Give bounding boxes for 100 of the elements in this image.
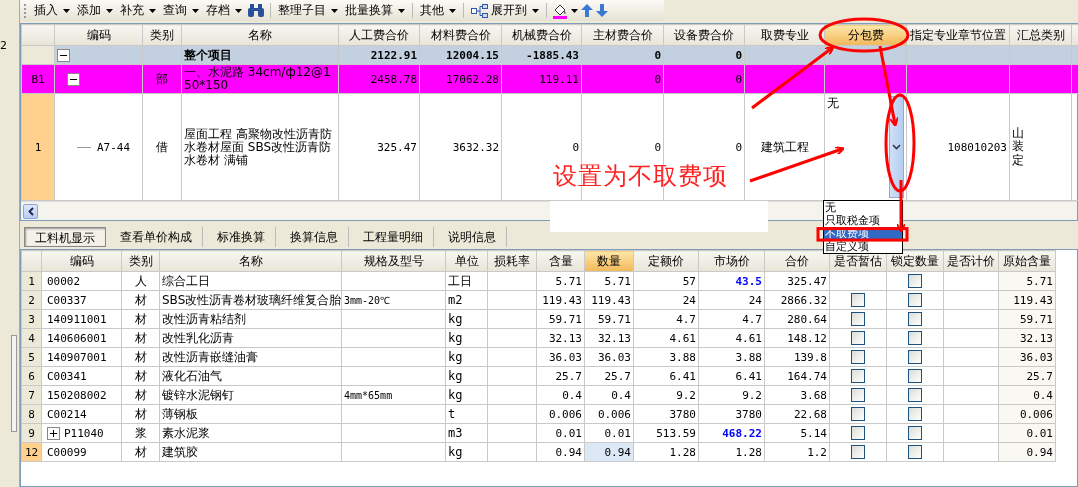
table-cell: -1885.43: [526, 48, 579, 62]
dropdown-option[interactable]: 无: [824, 201, 902, 214]
checkbox[interactable]: [908, 426, 922, 441]
table-cell: 140907001: [47, 350, 107, 364]
column-header[interactable]: 名称: [181, 24, 339, 46]
expand-to-menu-button[interactable]: 展开到: [469, 1, 541, 20]
column-header[interactable]: 单位: [445, 250, 488, 272]
table-cell: 6.41: [669, 369, 696, 383]
tree-line: [77, 146, 91, 148]
table-cell: 部: [156, 71, 168, 86]
toolbar-menu-button[interactable]: 其他: [418, 1, 458, 20]
arrow-up-icon[interactable]: [581, 4, 593, 17]
table-cell: 2122.91: [370, 48, 417, 62]
table-cell: 材: [134, 368, 147, 383]
table-cell: 0: [654, 140, 661, 154]
table-cell: 3.88: [735, 350, 762, 364]
toolbar-menu-button[interactable]: 补充: [118, 1, 158, 20]
column-header[interactable]: 取费专业: [744, 24, 825, 46]
checkbox[interactable]: [908, 312, 922, 327]
column-header[interactable]: 编码: [54, 24, 143, 46]
table-cell: 0.01: [555, 426, 582, 440]
checkbox[interactable]: [851, 388, 865, 403]
checkbox[interactable]: [908, 274, 922, 289]
checkbox[interactable]: [851, 369, 865, 384]
dropdown-option[interactable]: 自定义项: [824, 240, 902, 253]
row-header[interactable]: B1: [21, 64, 55, 94]
checkbox[interactable]: [908, 331, 922, 346]
expand-button[interactable]: [47, 426, 60, 440]
column-header[interactable]: 汇总类别: [1009, 24, 1072, 46]
row-header[interactable]: 1: [21, 93, 55, 201]
column-header[interactable]: 定额价: [633, 250, 699, 272]
column-header[interactable]: 类别: [142, 24, 182, 46]
tab[interactable]: 工料机显示: [24, 227, 106, 247]
checkbox[interactable]: [908, 407, 922, 422]
checkbox[interactable]: [851, 426, 865, 441]
tab[interactable]: 查看单价构成: [110, 227, 203, 247]
checkbox[interactable]: [908, 350, 922, 365]
binoculars-icon[interactable]: [247, 3, 265, 18]
checkbox[interactable]: [851, 293, 865, 308]
table-cell: 139.8: [793, 350, 827, 364]
toolbar-menu-button[interactable]: 存档: [204, 1, 244, 20]
checkbox[interactable]: [851, 350, 865, 365]
column-header[interactable]: 材料费合价: [419, 24, 502, 46]
table-cell: 59.71: [1019, 312, 1053, 326]
column-header[interactable]: 指定专业章节位置: [906, 24, 1010, 46]
toolbar-menu-button[interactable]: 插入: [32, 1, 72, 20]
collapse-button[interactable]: [67, 72, 80, 86]
column-header[interactable]: 类别: [121, 250, 160, 272]
tab[interactable]: 标准换算: [207, 227, 276, 247]
toolbar-menu-button[interactable]: 查询: [161, 1, 201, 20]
table-cell: 43.5: [735, 274, 762, 288]
caret-icon: [398, 8, 405, 13]
table-cell: 119.43: [1013, 293, 1053, 307]
checkbox[interactable]: [908, 293, 922, 308]
fill-color-button[interactable]: [552, 2, 578, 19]
column-header[interactable]: 设备费合价: [663, 24, 745, 46]
column-header[interactable]: 含量: [536, 250, 585, 272]
scroll-left-button[interactable]: [23, 203, 38, 219]
toolbar-menu-button[interactable]: 整理子目: [276, 1, 340, 20]
toolbar-menu-button[interactable]: 批量换算: [343, 1, 407, 20]
toolbar-menu-button[interactable]: 添加: [75, 1, 115, 20]
dropdown-option[interactable]: 只取税金项: [824, 214, 902, 227]
column-header[interactable]: 损耗率: [487, 250, 537, 272]
column-header[interactable]: 主材费合价: [581, 24, 664, 46]
row-header-corner: [21, 24, 55, 46]
tab[interactable]: 换算信息: [280, 227, 349, 247]
tab[interactable]: 工程量明细: [353, 227, 434, 247]
caret-icon: [63, 8, 70, 13]
column-header[interactable]: 人工费合价: [338, 24, 420, 46]
caret-icon: [235, 8, 242, 13]
checkbox[interactable]: [851, 331, 865, 346]
column-header[interactable]: 原始含量: [998, 250, 1056, 272]
column-header[interactable]: 规格及型号: [341, 250, 446, 272]
column-header[interactable]: 编码: [41, 250, 122, 272]
checkbox[interactable]: [851, 445, 865, 460]
collapse-button[interactable]: [57, 48, 70, 62]
column-header[interactable]: 合价: [764, 250, 830, 272]
panel-text: 2: [0, 39, 7, 52]
table-cell: 3.88: [669, 350, 696, 364]
splitter-handle[interactable]: [11, 335, 17, 432]
table-cell: 0: [654, 72, 661, 86]
column-header[interactable]: 市场价: [698, 250, 765, 272]
table-cell: 建筑胶: [162, 444, 198, 459]
checkbox[interactable]: [908, 388, 922, 403]
checkbox[interactable]: [851, 407, 865, 422]
table-cell: 材: [134, 444, 147, 459]
arrow-down-icon[interactable]: [596, 4, 608, 17]
checkbox[interactable]: [908, 369, 922, 384]
checkbox[interactable]: [851, 312, 865, 327]
table-cell: kg: [448, 388, 463, 402]
table-cell: 140606001: [47, 331, 107, 345]
column-header[interactable]: 锁定数量: [886, 250, 944, 272]
column-header[interactable]: 数量: [584, 250, 634, 272]
tab[interactable]: 说明信息: [438, 227, 507, 247]
column-header[interactable]: 是否计价: [943, 250, 999, 272]
column-header[interactable]: 名称: [159, 250, 342, 272]
column-header[interactable]: 机械费合价: [501, 24, 582, 46]
paint-bucket-icon: [552, 2, 568, 19]
checkbox[interactable]: [908, 445, 922, 460]
column-header[interactable]: 分包费: [824, 24, 907, 46]
